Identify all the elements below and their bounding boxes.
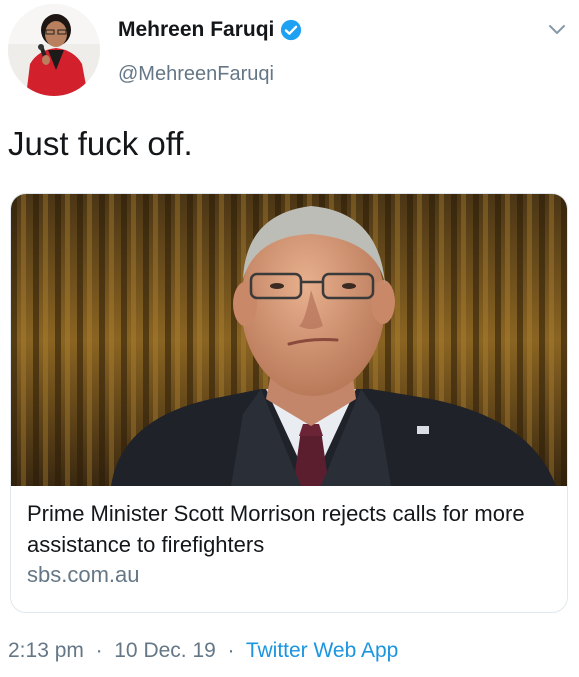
meta-separator: · — [221, 639, 241, 662]
tweet-text: Just fuck off. — [8, 125, 193, 162]
author-handle[interactable]: @MehreenFaruqi — [118, 63, 274, 86]
avatar-image — [8, 4, 100, 96]
author-avatar[interactable] — [8, 4, 100, 96]
verified-badge-icon — [281, 19, 302, 41]
card-body: Prime Minister Scott Morrison rejects ca… — [11, 486, 567, 612]
chevron-down-icon[interactable] — [548, 24, 566, 36]
link-card[interactable]: Prime Minister Scott Morrison rejects ca… — [10, 193, 568, 613]
card-domain: sbs.com.au — [27, 562, 140, 587]
tweet-time[interactable]: 2:13 pm — [8, 639, 84, 662]
tweet: Mehreen Faruqi @MehreenFaruqi Just fuck … — [0, 0, 579, 677]
tweet-date[interactable]: 10 Dec. 19 — [114, 639, 216, 662]
tweet-source-link[interactable]: Twitter Web App — [246, 639, 399, 662]
meta-separator: · — [89, 639, 109, 662]
card-title[interactable]: Prime Minister Scott Morrison rejects ca… — [27, 498, 552, 560]
author-display-name[interactable]: Mehreen Faruqi — [118, 18, 274, 42]
card-image — [11, 194, 567, 486]
author-name-row: Mehreen Faruqi — [118, 18, 302, 42]
tweet-meta: 2:13 pm · 10 Dec. 19 · Twitter Web App — [8, 639, 398, 663]
